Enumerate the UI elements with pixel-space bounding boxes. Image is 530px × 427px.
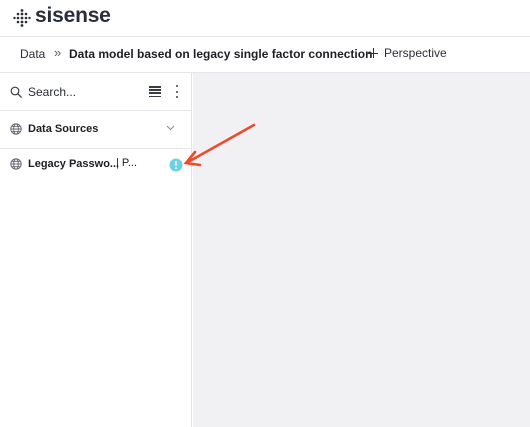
data-sources-sidebar: Data Sources Legacy Passwo... | P... (0, 73, 192, 427)
breadcrumb: Data » Data model based on legacy single… (0, 36, 530, 73)
brand-name[interactable]: sisense (35, 4, 111, 28)
breadcrumb-root-link[interactable]: Data (20, 47, 45, 61)
add-perspective-button[interactable]: Perspective (368, 46, 447, 60)
top-header: sisense (0, 0, 530, 36)
search-input[interactable] (28, 82, 138, 102)
connection-name: Legacy Passwo... (28, 158, 120, 170)
add-perspective-label: Perspective (384, 46, 447, 60)
data-sources-label: Data Sources (28, 123, 99, 135)
annotation-arrow-icon (183, 123, 256, 167)
connection-list-item[interactable]: Legacy Passwo... | P... (0, 149, 192, 179)
plus-icon (368, 48, 378, 58)
data-sources-section-header[interactable]: Data Sources (0, 111, 192, 149)
search-row (0, 73, 192, 111)
globe-icon (10, 123, 22, 135)
more-options-icon[interactable] (175, 85, 179, 99)
sisense-logo-icon (13, 9, 31, 27)
chevron-down-icon[interactable] (166, 125, 175, 131)
list-view-icon[interactable] (149, 86, 161, 98)
globe-icon (10, 158, 22, 170)
search-icon (10, 86, 22, 98)
breadcrumb-separator: » (54, 45, 62, 60)
page-title: Data model based on legacy single factor… (69, 47, 373, 61)
connection-type-label: | P... (116, 157, 138, 169)
